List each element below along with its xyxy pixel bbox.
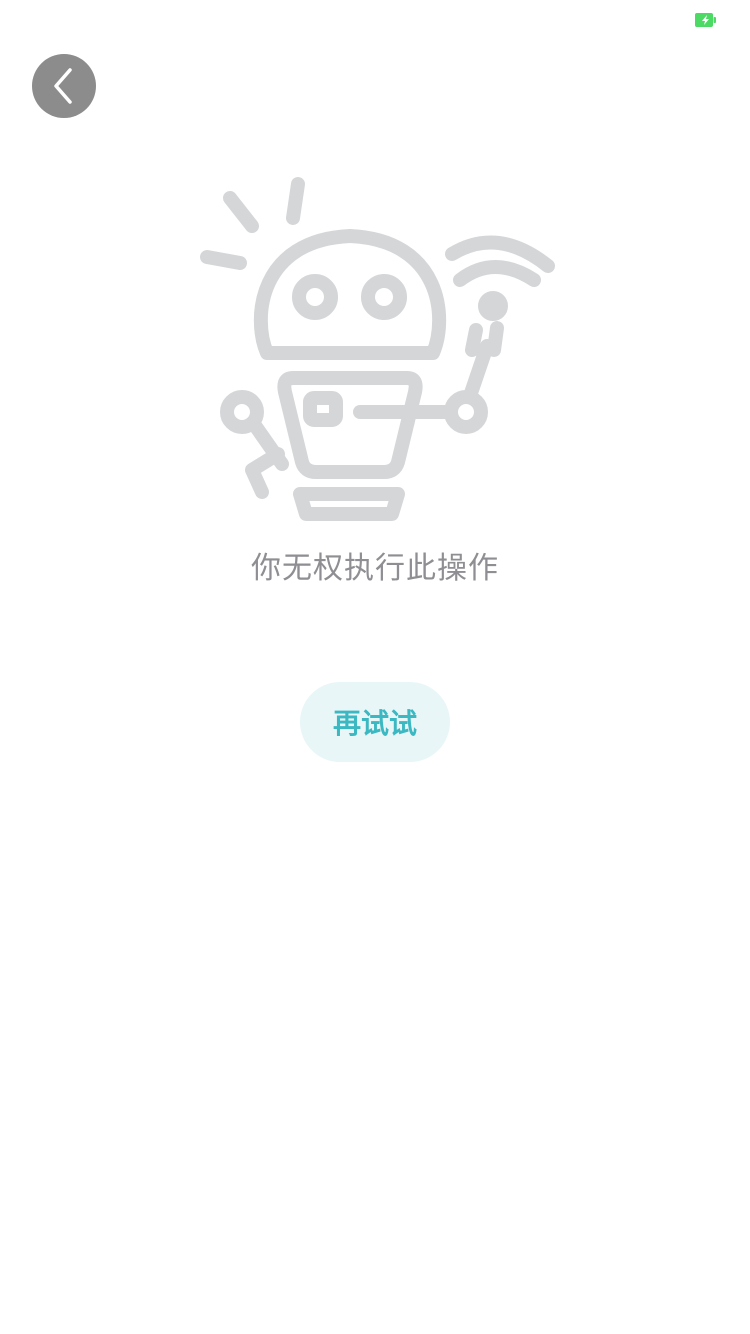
permission-denied-message: 你无权执行此操作 bbox=[251, 551, 499, 586]
back-button[interactable] bbox=[32, 54, 96, 118]
chevron-left-icon bbox=[54, 68, 72, 104]
battery-charging-icon bbox=[695, 13, 716, 27]
no-permission-screen: 你无权执行此操作 再试试 bbox=[0, 0, 750, 1334]
robot-icon bbox=[200, 177, 555, 521]
retry-button[interactable]: 再试试 bbox=[300, 682, 450, 762]
